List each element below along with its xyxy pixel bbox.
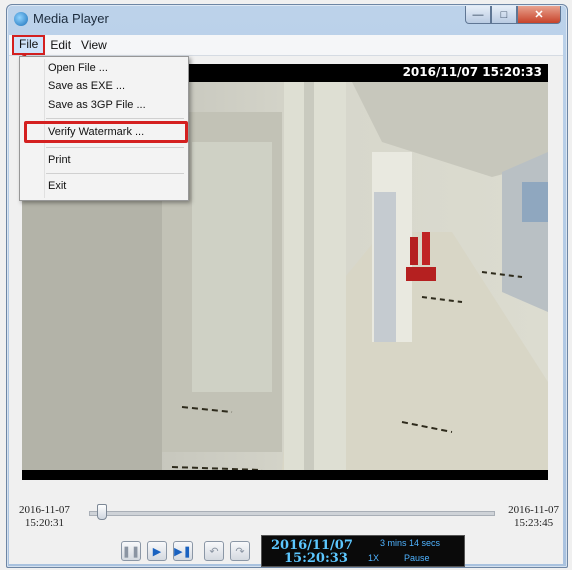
menu-separator bbox=[46, 118, 184, 119]
status-state: Pause bbox=[404, 553, 430, 563]
menu-item-save-3gp[interactable]: Save as 3GP File ... bbox=[48, 96, 146, 114]
menu-separator bbox=[46, 173, 184, 174]
timeline-end: 2016-11-07 15:23:45 bbox=[508, 504, 559, 530]
timeline-slider-thumb[interactable] bbox=[97, 504, 108, 520]
fast-forward-button[interactable]: ↷ bbox=[230, 541, 250, 561]
file-menu-dropdown: Open File ... Save as EXE ... Save as 3G… bbox=[19, 56, 189, 201]
timeline-end-date: 2016-11-07 bbox=[508, 504, 559, 516]
rewind-button[interactable]: ↶ bbox=[204, 541, 224, 561]
title-bar[interactable]: Media Player — □ ✕ bbox=[7, 5, 567, 33]
fast-forward-icon: ↷ bbox=[235, 545, 245, 558]
menu-item-print[interactable]: Print bbox=[48, 151, 71, 169]
menu-item-open-file[interactable]: Open File ... bbox=[48, 59, 108, 77]
status-duration: 3 mins 14 secs bbox=[380, 538, 441, 548]
rewind-icon: ↶ bbox=[209, 545, 219, 558]
timeline-start-time: 15:20:31 bbox=[24, 517, 65, 529]
close-button[interactable]: ✕ bbox=[517, 6, 561, 24]
menu-item-verify-watermark[interactable]: Verify Watermark ... bbox=[48, 123, 144, 141]
status-speed: 1X bbox=[368, 553, 380, 563]
menu-separator bbox=[46, 147, 184, 148]
menu-view[interactable]: View bbox=[76, 36, 112, 54]
close-icon: ✕ bbox=[534, 9, 544, 21]
pause-button[interactable]: ❚❚ bbox=[121, 541, 141, 561]
playback-status-panel: 2016/11/07 15:20:33 3 mins 14 secs 1X Pa… bbox=[261, 535, 465, 567]
play-button[interactable]: ▶ bbox=[147, 541, 167, 561]
timeline-start-date: 2016-11-07 bbox=[19, 504, 70, 516]
pause-icon: ❚❚ bbox=[121, 545, 141, 558]
minimize-button[interactable]: — bbox=[465, 6, 491, 24]
next-frame-button[interactable]: ▶❚ bbox=[173, 541, 193, 561]
minimize-icon: — bbox=[472, 8, 484, 21]
media-player-window: Media Player — □ ✕ File Edit View 2016/1… bbox=[6, 4, 568, 568]
next-frame-icon: ▶❚ bbox=[174, 545, 192, 558]
maximize-button[interactable]: □ bbox=[491, 6, 517, 24]
timeline-slider[interactable] bbox=[89, 511, 495, 516]
menu-item-exit[interactable]: Exit bbox=[48, 177, 66, 195]
menu-bar: File Edit View bbox=[9, 35, 563, 56]
maximize-icon: □ bbox=[500, 8, 508, 21]
timeline-start: 2016-11-07 15:20:31 bbox=[19, 504, 70, 530]
menu-item-save-exe[interactable]: Save as EXE ... bbox=[48, 77, 125, 95]
status-time: 15:20:33 bbox=[284, 551, 348, 566]
play-icon: ▶ bbox=[152, 545, 162, 558]
timeline-end-time: 15:23:45 bbox=[513, 517, 554, 529]
video-osd-timestamp: 2016/11/07 15:20:33 bbox=[402, 65, 542, 79]
